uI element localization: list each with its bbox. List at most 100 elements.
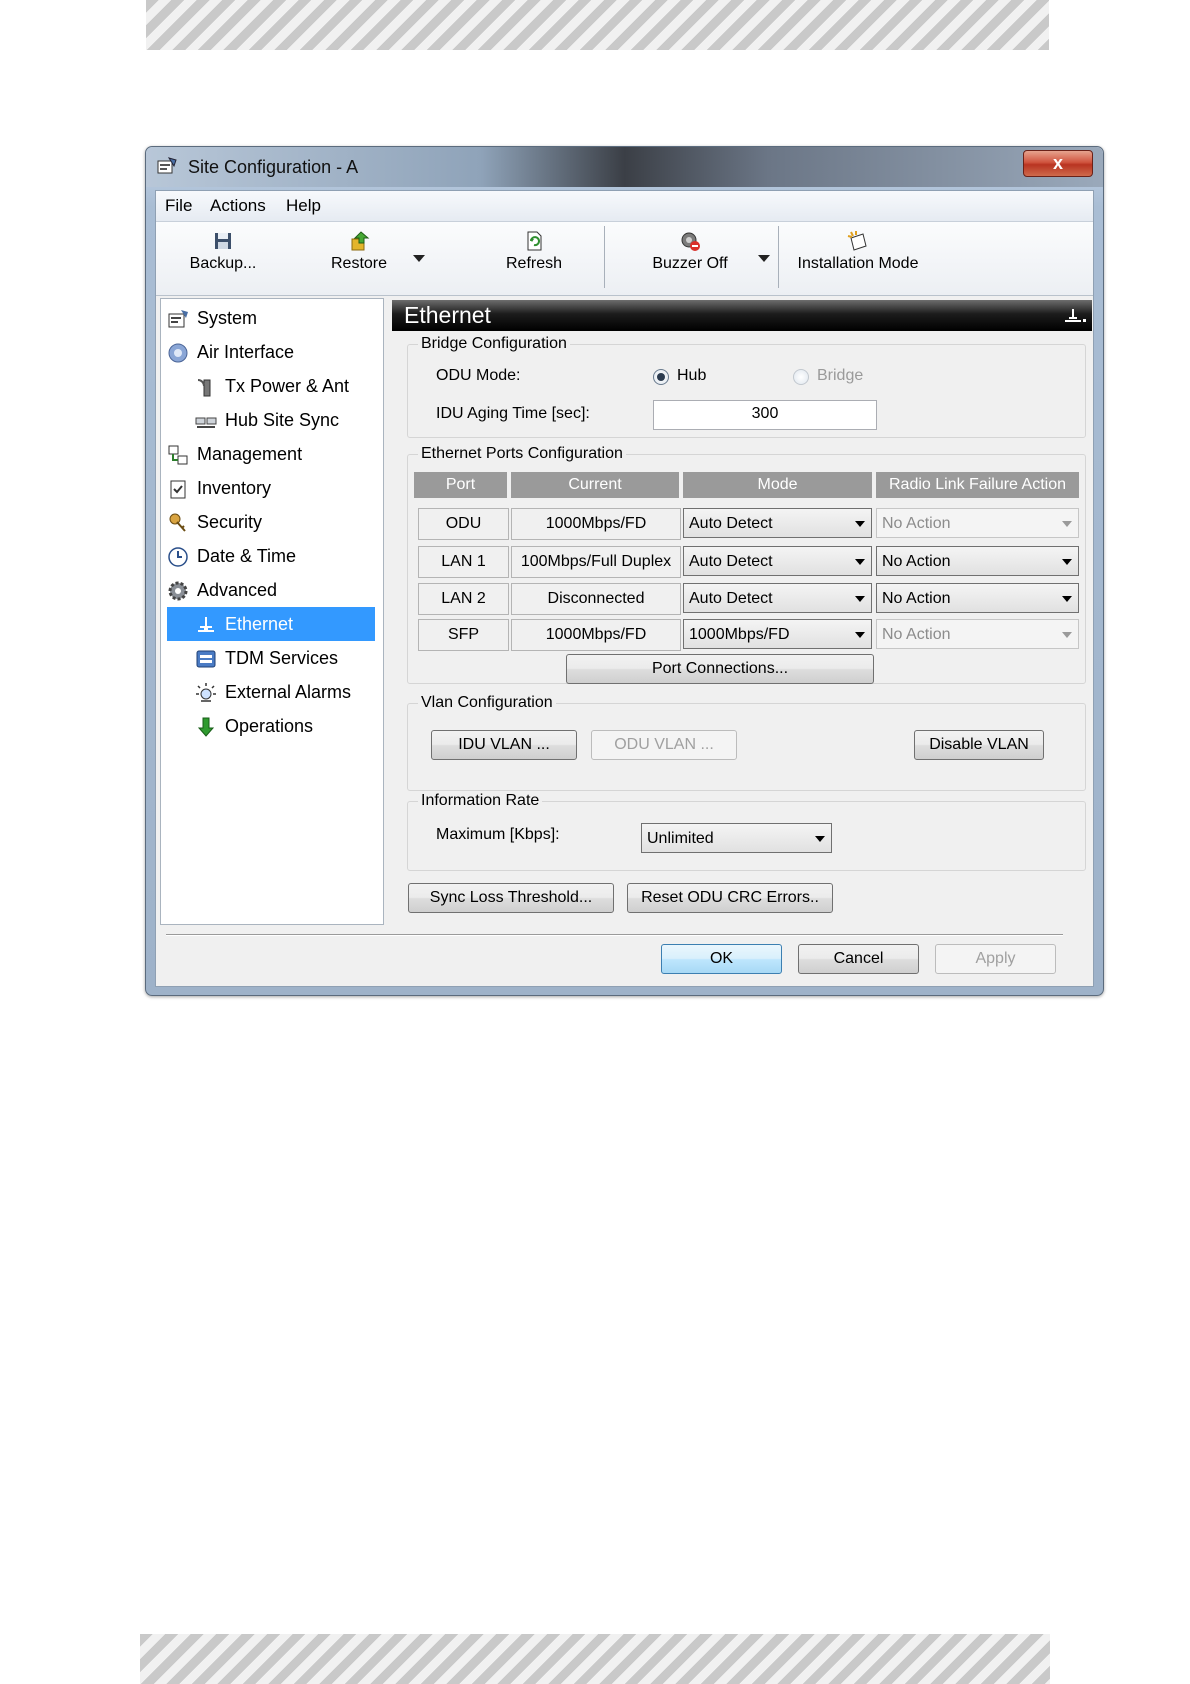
header-hatch-band [146,0,1049,50]
close-icon: x [1052,153,1063,173]
menu-file[interactable]: File [165,196,192,216]
toolbar-separator-2 [778,226,779,288]
action-value-lan2: No Action [882,590,951,607]
nav-label-external-alarms: External Alarms [225,682,352,702]
column-header-mode: Mode [683,472,872,498]
nav-item-tdm-services[interactable]: TDM Services [195,641,375,675]
apply-button: Apply [935,944,1056,974]
restore-button[interactable]: Restore [324,230,394,273]
nav-item-air-interface[interactable]: Air Interface [167,335,375,369]
reset-odu-crc-errors-button[interactable]: Reset ODU CRC Errors.. [627,883,833,913]
current-cell-odu: 1000Mbps/FD [511,508,681,540]
menu-bar: File Actions Help [156,191,1093,222]
nav-label-date-time: Date & Time [197,546,297,566]
column-header-current: Current [511,472,679,498]
ethernet-panel: Ethernet Bridge Configuration ODU Mode: … [392,300,1092,924]
maximum-kbps-value: Unlimited [647,830,714,847]
buzzer-icon [681,232,700,251]
nav-label-operations: Operations [225,716,314,736]
clock-icon [168,547,188,567]
window-client-area: File Actions Help Backup... Restore Refr… [155,190,1094,987]
close-button[interactable]: x [1023,150,1093,177]
action-value-sfp: No Action [882,626,951,643]
installation-mode-button[interactable]: Installation Mode [793,230,923,273]
maximum-kbps-select[interactable]: Unlimited [641,823,832,853]
bridge-radio[interactable] [793,369,809,385]
port-connections-button[interactable]: Port Connections... [566,654,874,684]
action-select-lan1[interactable]: No Action [876,546,1079,576]
nav-item-tx-power-ant[interactable]: Tx Power & Ant [195,369,375,403]
current-cell-lan2: Disconnected [511,583,681,615]
hub-site-sync-icon [195,417,217,429]
mode-value-lan1: Auto Detect [689,553,773,570]
refresh-icon [527,231,542,251]
buzzer-off-button[interactable]: Buzzer Off [645,230,735,273]
idu-aging-time-input[interactable]: 300 [653,400,877,430]
buzzer-off-label: Buzzer Off [652,255,728,272]
nav-item-inventory[interactable]: Inventory [167,471,375,505]
maximum-kbps-label: Maximum [Kbps]: [436,826,560,843]
window-title: Site Configuration - A [188,157,359,177]
nav-item-ethernet[interactable]: Ethernet [167,607,375,641]
air-interface-icon [168,343,188,363]
nav-label-system: System [197,308,258,328]
restore-icon [351,231,370,251]
sync-loss-threshold-button[interactable]: Sync Loss Threshold... [408,883,614,913]
port-cell-sfp: SFP [418,619,509,651]
information-rate-group: Information Rate Maximum [Kbps]: Unlimit… [407,792,1086,871]
bridge-configuration-label: Bridge Configuration [418,335,570,353]
ethernet-icon [198,617,214,633]
nav-item-external-alarms[interactable]: External Alarms [195,675,375,709]
security-icon [169,513,186,532]
mode-select-sfp[interactable]: 1000Mbps/FD [683,619,872,649]
operations-icon [197,717,215,738]
nav-label-tx-power-ant: Tx Power & Ant [225,376,350,396]
mode-value-sfp: 1000Mbps/FD [689,626,790,643]
information-rate-label: Information Rate [418,792,543,810]
ethernet-header-icon [1065,309,1086,322]
restore-dropdown-arrow[interactable] [413,255,425,262]
nav-item-operations[interactable]: Operations [195,709,375,743]
disable-vlan-button[interactable]: Disable VLAN [914,730,1044,760]
idu-vlan-button[interactable]: IDU VLAN ... [431,730,577,760]
hub-radio[interactable] [653,369,669,385]
title-bar[interactable]: Site Configuration - A x [146,147,1103,187]
idu-aging-time-label: IDU Aging Time [sec]: [436,405,590,422]
nav-item-hub-site-sync[interactable]: Hub Site Sync [195,403,375,437]
nav-item-date-time[interactable]: Date & Time [167,539,375,573]
tx-power-icon [197,379,211,397]
nav-item-security[interactable]: Security [167,505,375,539]
mode-select-odu[interactable]: Auto Detect [683,508,872,538]
ok-button[interactable]: OK [661,944,782,974]
nav-label-tdm-services: TDM Services [225,648,339,668]
odu-mode-label: ODU Mode: [436,367,521,384]
mode-select-lan2[interactable]: Auto Detect [683,583,872,613]
column-header-radio-link-failure-action: Radio Link Failure Action [876,472,1079,498]
inventory-icon [170,480,186,499]
nav-item-system[interactable]: System [167,301,375,335]
menu-help[interactable]: Help [286,196,321,216]
action-select-lan2[interactable]: No Action [876,583,1079,613]
mode-select-lan1[interactable]: Auto Detect [683,546,872,576]
nav-item-advanced[interactable]: Advanced [167,573,375,607]
refresh-label: Refresh [505,255,563,272]
menu-actions[interactable]: Actions [210,196,266,216]
backup-button[interactable]: Backup... [188,230,258,273]
tdm-icon [196,650,216,668]
nav-label-security: Security [197,512,263,532]
toolbar-separator [604,226,605,288]
refresh-button[interactable]: Refresh [499,230,569,273]
bridge-radio-label: Bridge [817,367,864,384]
nav-item-management[interactable]: Management [167,437,375,471]
port-cell-lan1: LAN 1 [418,546,509,578]
gear-icon [168,581,188,601]
port-cell-odu: ODU [418,508,509,540]
mode-value-odu: Auto Detect [689,515,773,532]
current-cell-lan1: 100Mbps/Full Duplex [511,546,681,578]
cancel-button[interactable]: Cancel [798,944,919,974]
chevron-down-icon [855,559,865,565]
ethernet-ports-group: Ethernet Ports Configuration Port Curren… [407,445,1086,684]
buzzer-dropdown-arrow[interactable] [758,255,770,262]
port-cell-lan2: LAN 2 [418,583,509,615]
nav-label-advanced: Advanced [197,580,278,600]
